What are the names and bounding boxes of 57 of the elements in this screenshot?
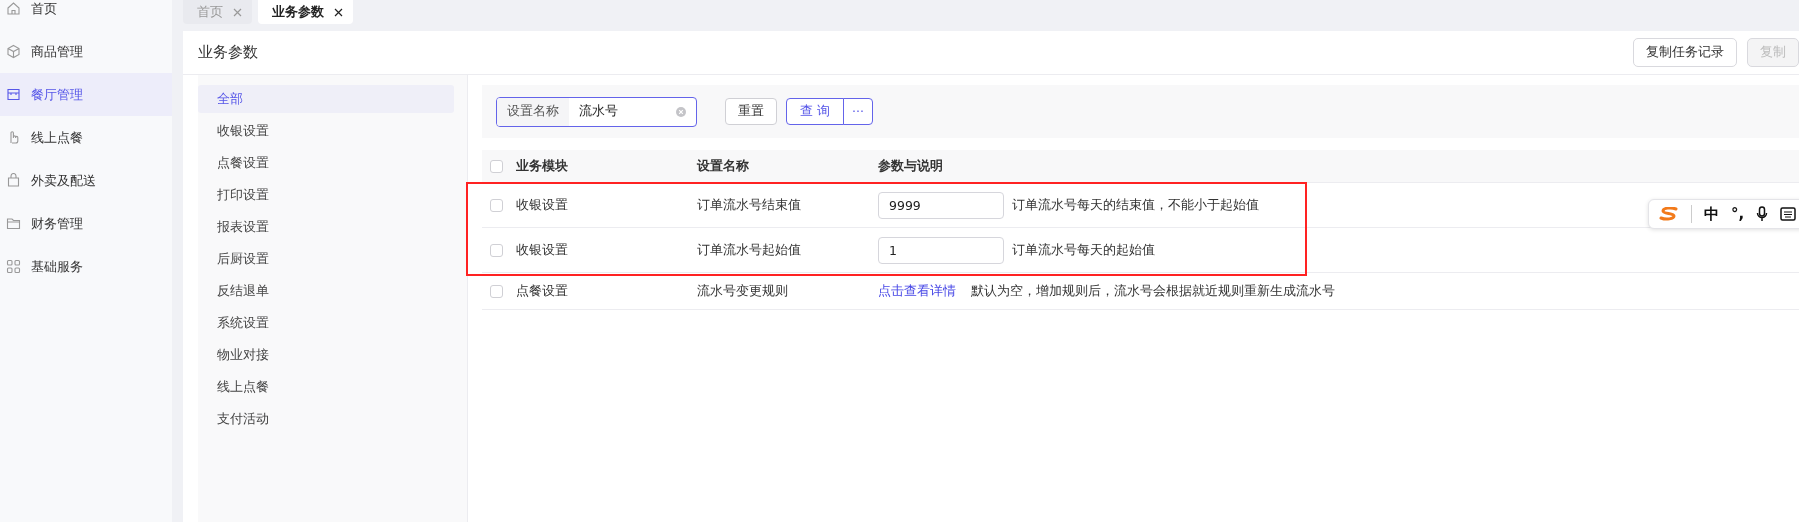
- store-icon: [6, 87, 21, 102]
- table-cell: 流水号变更规则: [697, 282, 788, 300]
- description-text: 订单流水号每天的起始值: [1012, 241, 1155, 259]
- search-button[interactable]: 查 询: [786, 98, 844, 125]
- category-item[interactable]: 物业对接: [198, 341, 454, 369]
- category-item[interactable]: 收银设置: [198, 117, 454, 145]
- sidebar-item[interactable]: 外卖及配送: [0, 159, 172, 202]
- sidebar-item[interactable]: 基础服务: [0, 245, 172, 288]
- checkbox[interactable]: [490, 243, 503, 257]
- close-icon[interactable]: [334, 7, 343, 17]
- detail-link[interactable]: 点击查看详情: [878, 282, 956, 300]
- category-item[interactable]: 反结退单: [198, 277, 454, 305]
- folder-icon: [6, 216, 21, 231]
- search-field[interactable]: 设置名称 流水号: [496, 96, 697, 127]
- description-text: 订单流水号每天的结束值，不能小于起始值: [1012, 196, 1259, 214]
- microphone-icon[interactable]: [1756, 206, 1769, 222]
- checkbox[interactable]: [490, 198, 503, 212]
- category-item[interactable]: 支付活动: [198, 405, 454, 433]
- checkbox[interactable]: [490, 284, 503, 298]
- table-cell: 点餐设置: [516, 282, 568, 300]
- category-item[interactable]: 线上点餐: [198, 373, 454, 401]
- clear-icon[interactable]: [676, 106, 686, 117]
- category-item[interactable]: 全部: [198, 85, 454, 113]
- table-cell: 收银设置: [516, 196, 568, 214]
- category-item[interactable]: 点餐设置: [198, 149, 454, 177]
- column-header: 设置名称: [697, 157, 749, 175]
- table-cell: 订单流水号起始值: [697, 241, 801, 259]
- table-cell: 收银设置: [516, 241, 568, 259]
- sidebar-item[interactable]: 财务管理: [0, 202, 172, 245]
- column-header: 参数与说明: [878, 157, 943, 175]
- grid-icon: [6, 259, 21, 274]
- home-icon: [6, 1, 21, 16]
- ime-punctuation[interactable]: °,: [1731, 205, 1745, 223]
- category-item[interactable]: 报表设置: [198, 213, 454, 241]
- input-field[interactable]: 9999: [878, 191, 1004, 219]
- checkbox[interactable]: [490, 159, 503, 173]
- bag-icon: [6, 173, 21, 188]
- reset-button[interactable]: 重置: [725, 98, 777, 125]
- table-cell: 订单流水号结束值: [697, 196, 801, 214]
- ime-logo-icon[interactable]: [1659, 207, 1679, 221]
- tab[interactable]: 业务参数: [258, 0, 353, 24]
- copy-button[interactable]: 复制任务记录: [1633, 38, 1737, 67]
- more-button[interactable]: ···: [843, 98, 873, 125]
- sidebar-item[interactable]: 商品管理: [0, 30, 172, 73]
- sidebar-item[interactable]: 线上点餐: [0, 116, 172, 159]
- category-item[interactable]: 打印设置: [198, 181, 454, 209]
- page-title: 业务参数: [198, 43, 259, 62]
- ime-mode[interactable]: 中: [1704, 204, 1719, 224]
- cube-icon: [6, 44, 21, 59]
- category-item[interactable]: 后厨设置: [198, 245, 454, 273]
- input-field[interactable]: 1: [878, 236, 1004, 264]
- sidebar-item[interactable]: 餐厅管理: [0, 73, 172, 116]
- column-header: 业务模块: [516, 157, 568, 175]
- category-item[interactable]: 系统设置: [198, 309, 454, 337]
- sidebar-item[interactable]: 首页: [0, 0, 172, 30]
- description-text: 默认为空，增加规则后，流水号会根据就近规则重新生成流水号: [971, 282, 1335, 300]
- keyboard-icon[interactable]: [1780, 207, 1797, 221]
